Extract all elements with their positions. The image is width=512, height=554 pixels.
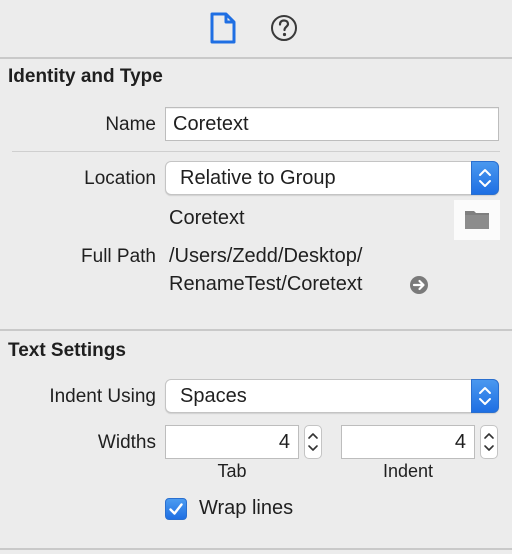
folder-icon <box>465 211 489 229</box>
choose-folder-button[interactable] <box>454 200 500 240</box>
location-popup[interactable]: Relative to Group <box>165 161 499 195</box>
tab-width-field[interactable]: 4 <box>165 425 299 459</box>
checkmark-icon <box>169 503 183 515</box>
stepper-arrows-icon <box>484 433 494 451</box>
text-settings-title: Text Settings <box>8 340 126 361</box>
indent-width-stepper[interactable] <box>480 425 498 459</box>
fullpath-line-2: RenameTest/Coretext <box>169 273 363 295</box>
tab-width-label: Tab <box>217 461 247 481</box>
tab-bar-divider <box>0 57 512 59</box>
indent-using-popup[interactable]: Spaces <box>165 379 499 413</box>
chevron-updown-icon <box>471 161 499 195</box>
indent-width-label: Indent <box>382 461 434 481</box>
location-filename: Coretext <box>169 207 245 229</box>
wrap-lines-label[interactable]: Wrap lines <box>199 497 293 520</box>
widths-label: Widths <box>97 432 156 453</box>
bottom-divider <box>0 548 512 550</box>
fullpath-label: Full Path <box>81 246 156 267</box>
inspector-tab-bar <box>0 0 512 56</box>
name-field[interactable]: Coretext <box>165 107 499 141</box>
identity-section-title: Identity and Type <box>8 66 163 87</box>
stepper-arrows-icon <box>308 433 318 451</box>
fullpath-line-1: /Users/Zedd/Desktop/ <box>169 245 363 267</box>
indent-width-field[interactable]: 4 <box>341 425 475 459</box>
location-popup-value: Relative to Group <box>180 167 336 189</box>
location-label: Location <box>84 168 156 189</box>
chevron-updown-icon <box>471 379 499 413</box>
file-inspector-icon[interactable] <box>208 12 238 44</box>
section-divider <box>0 329 512 331</box>
quick-help-icon[interactable] <box>268 12 300 44</box>
reveal-in-finder-icon[interactable] <box>409 275 429 295</box>
indent-using-label: Indent Using <box>49 386 156 407</box>
tab-width-stepper[interactable] <box>304 425 322 459</box>
wrap-lines-checkbox[interactable] <box>165 498 187 520</box>
identity-inner-divider <box>12 151 500 152</box>
name-label: Name <box>105 114 156 135</box>
indent-using-value: Spaces <box>180 385 247 407</box>
